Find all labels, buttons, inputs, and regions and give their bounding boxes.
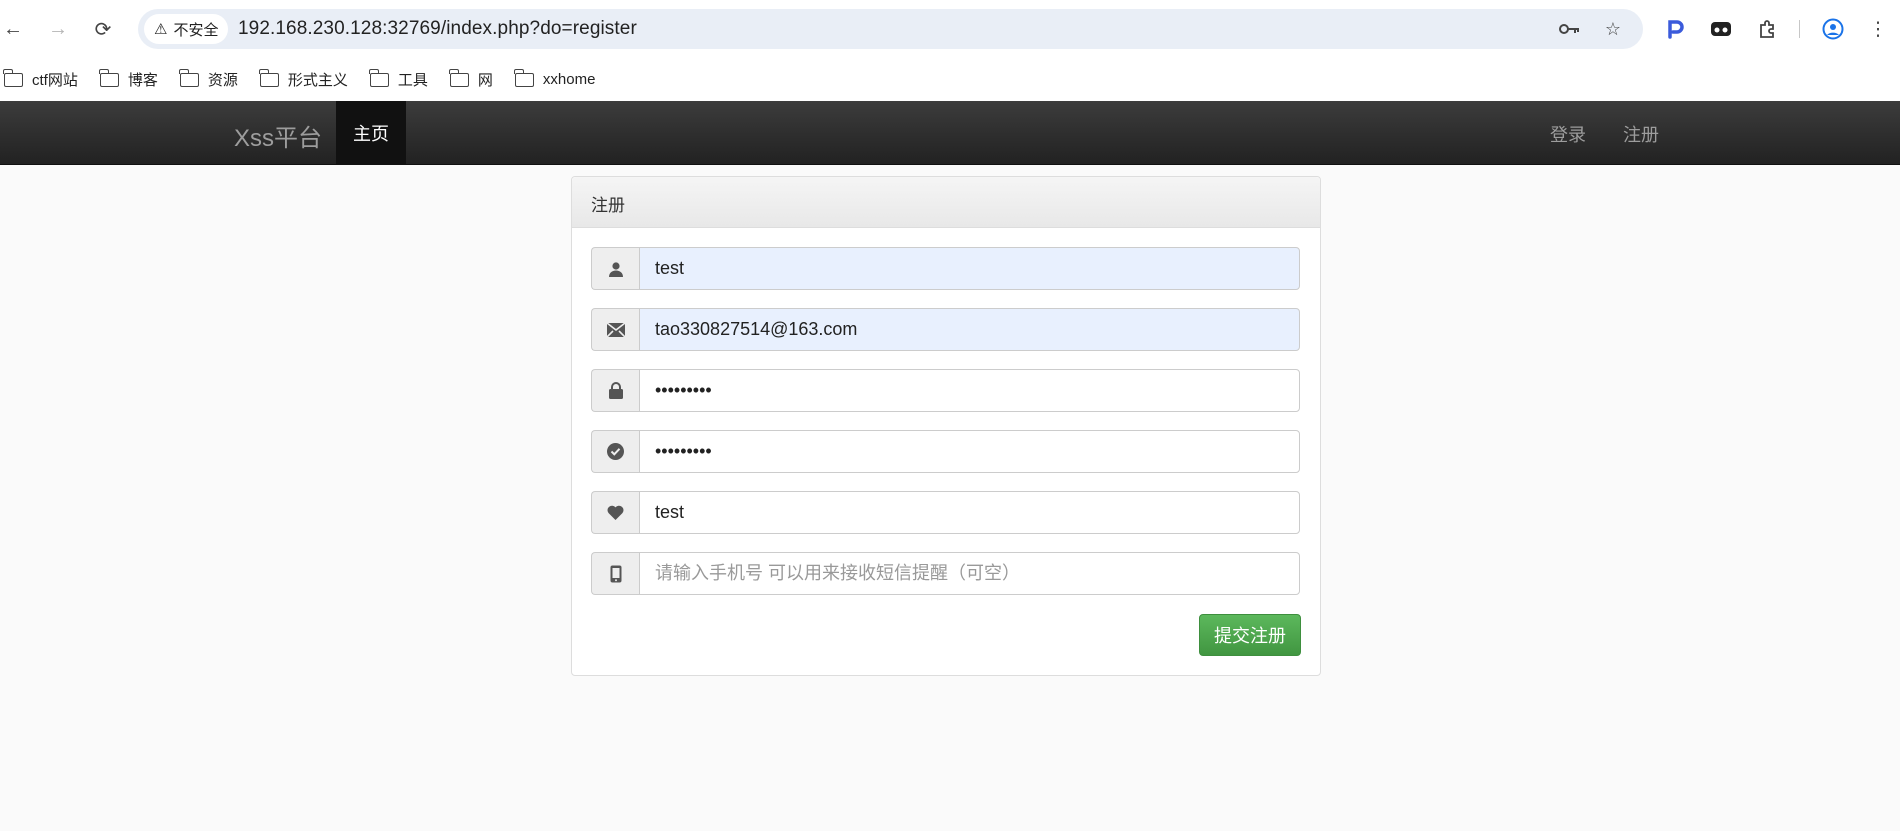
site-navbar: Xss平台 主页 登录 注册	[0, 101, 1900, 165]
password-confirm-input[interactable]	[639, 430, 1300, 473]
bookmark-formalism[interactable]: 形式主义	[259, 68, 348, 90]
password-group	[591, 369, 1300, 412]
browser-toolbar: ← → ⟳ ⚠ 不安全 192.168.230.128:32769/index.…	[0, 0, 1900, 58]
key-icon[interactable]	[1558, 17, 1582, 41]
nickname-input[interactable]	[639, 491, 1300, 534]
bookmark-label: 博客	[127, 72, 158, 89]
bookmark-resources[interactable]: 资源	[179, 68, 238, 90]
folder-icon	[369, 68, 389, 87]
warning-icon: ⚠	[154, 21, 168, 38]
phone-icon	[591, 552, 639, 595]
extension-mask-icon[interactable]	[1706, 14, 1736, 44]
bookmark-blog[interactable]: 博客	[99, 68, 158, 90]
folder-icon	[3, 68, 23, 87]
submit-register-button[interactable]: 提交注册	[1199, 614, 1301, 656]
bookmark-label: ctf网站	[32, 72, 78, 89]
password-confirm-group	[591, 430, 1300, 473]
phone-input[interactable]	[639, 552, 1300, 595]
back-icon[interactable]: ←	[0, 14, 28, 44]
bookmark-star-icon[interactable]: ☆	[1601, 17, 1625, 41]
lock-icon	[591, 369, 639, 412]
bookmark-ctf[interactable]: ctf网站	[3, 68, 78, 90]
phone-group	[591, 552, 1300, 595]
profile-icon[interactable]	[1818, 14, 1848, 44]
email-group	[591, 308, 1300, 351]
bookmark-label: 工具	[397, 72, 428, 89]
folder-icon	[449, 68, 469, 87]
heart-icon	[591, 491, 639, 534]
extension-p-icon[interactable]	[1661, 14, 1691, 44]
nav-register[interactable]: 注册	[1623, 121, 1659, 147]
user-icon	[591, 247, 639, 290]
url-text[interactable]: 192.168.230.128:32769/index.php?do=regis…	[238, 18, 637, 40]
address-bar[interactable]: ⚠ 不安全 192.168.230.128:32769/index.php?do…	[138, 9, 1643, 49]
folder-icon	[259, 68, 279, 87]
reload-icon[interactable]: ⟳	[88, 14, 118, 44]
bookmark-tools[interactable]: 工具	[369, 68, 428, 90]
bookmark-xxhome[interactable]: xxhome	[514, 68, 596, 88]
register-panel: 注册 提交注册	[571, 176, 1321, 676]
security-label: 不安全	[173, 21, 219, 39]
envelope-icon	[591, 308, 639, 351]
toolbar-separator	[1799, 20, 1800, 38]
nickname-group	[591, 491, 1300, 534]
bookmark-label: 资源	[207, 72, 238, 89]
username-group	[591, 247, 1300, 290]
panel-heading: 注册	[572, 177, 1320, 228]
bookmark-label: xxhome	[542, 71, 596, 88]
bookmark-label: 网	[477, 72, 493, 89]
email-input[interactable]	[639, 308, 1300, 351]
password-input[interactable]	[639, 369, 1300, 412]
nav-home[interactable]: 主页	[336, 101, 406, 165]
folder-icon	[179, 68, 199, 87]
security-chip[interactable]: ⚠ 不安全	[144, 14, 229, 44]
bookmark-net[interactable]: 网	[449, 68, 493, 90]
nav-login[interactable]: 登录	[1550, 121, 1586, 147]
username-input[interactable]	[639, 247, 1300, 290]
extensions-puzzle-icon[interactable]	[1752, 14, 1782, 44]
menu-dots-icon[interactable]: ⋮	[1863, 14, 1893, 44]
bookmarks-bar: ctf网站 博客 资源 形式主义 工具 网 xxhome	[0, 58, 1900, 101]
check-circle-icon	[591, 430, 639, 473]
bookmark-label: 形式主义	[287, 72, 348, 89]
folder-icon	[514, 68, 534, 87]
forward-icon[interactable]: →	[43, 14, 73, 44]
folder-icon	[99, 68, 119, 87]
site-brand[interactable]: Xss平台	[234, 118, 322, 153]
